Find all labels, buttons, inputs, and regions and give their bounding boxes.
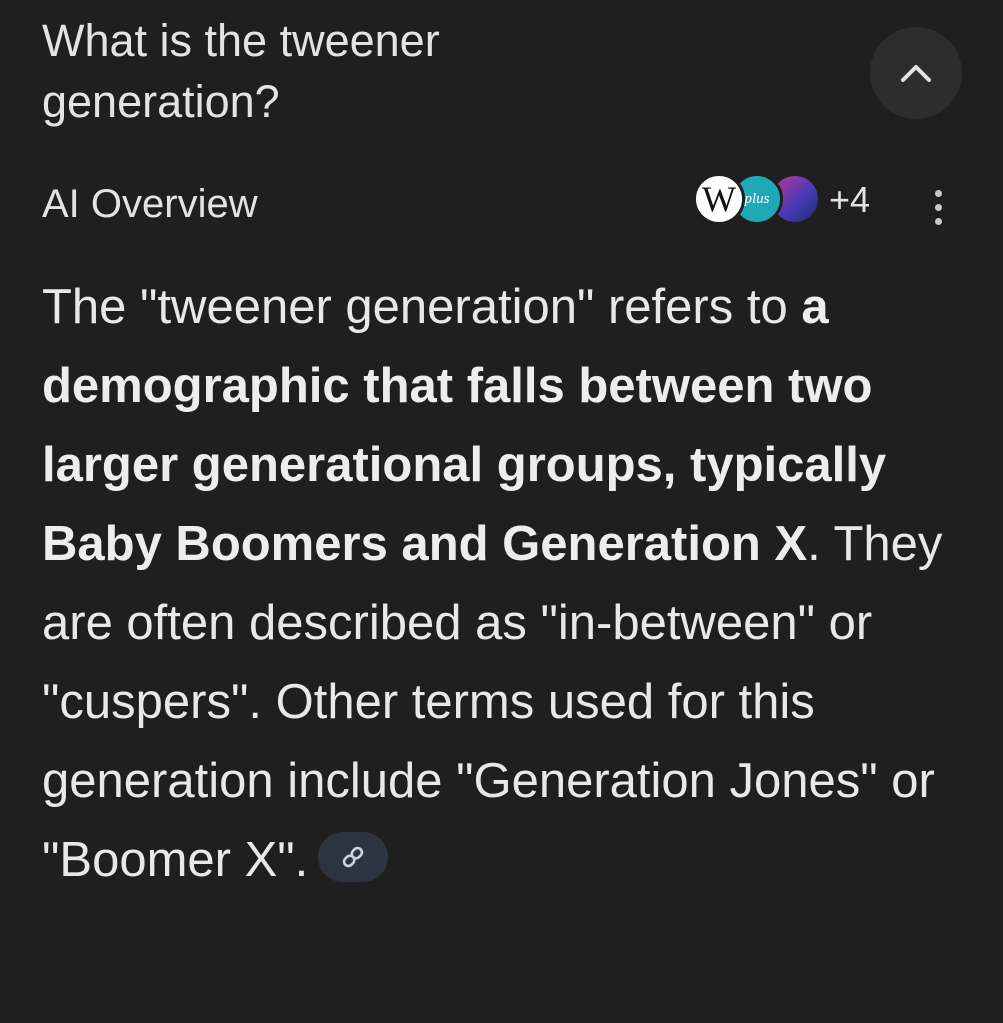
question-line-1: What is the tweener — [42, 15, 440, 66]
question-line-2: generation? — [42, 76, 280, 127]
wikipedia-icon[interactable]: W — [693, 173, 745, 225]
question-title: What is the tweener generation? — [42, 10, 842, 132]
answer-part-2: . They are often described as "in-betwee… — [42, 517, 943, 887]
answer-part-1: The "tweener generation" refers to — [42, 280, 802, 334]
collapse-button[interactable] — [870, 27, 962, 119]
ai-overview-label: AI Overview — [42, 182, 258, 226]
more-sources-count[interactable]: +4 — [829, 178, 870, 222]
sources-stack[interactable]: W plus +4 — [693, 170, 893, 228]
link-icon — [343, 846, 364, 868]
more-options-icon[interactable] — [920, 182, 956, 232]
chevron-up-icon — [901, 65, 931, 82]
answer-text: The "tweener generation" refers to a dem… — [42, 268, 972, 900]
citation-link-button[interactable] — [318, 832, 389, 883]
